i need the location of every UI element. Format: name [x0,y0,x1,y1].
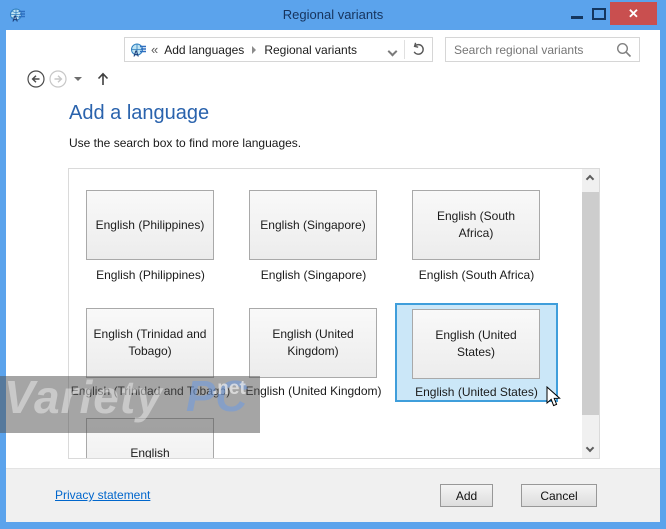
add-button[interactable]: Add [440,484,493,507]
refresh-icon[interactable] [410,41,427,58]
cancel-button[interactable]: Cancel [521,484,597,507]
page-title: Add a language [69,102,210,124]
breadcrumb-separator-icon [252,45,257,54]
tile-english-south-africa[interactable]: English (South Africa) [412,190,540,260]
maximize-button[interactable] [592,8,606,20]
window-title: Regional variants [282,7,384,22]
minimize-button[interactable] [571,16,583,19]
breadcrumb-add-languages[interactable]: Add languages [164,43,244,57]
scrollbar-thumb[interactable] [582,192,599,415]
page-subtitle: Use the search box to find more language… [69,136,302,150]
back-button[interactable] [27,70,45,88]
svg-text:A: A [133,49,139,58]
scrollbar[interactable] [582,169,599,458]
privacy-statement-link[interactable]: Privacy statement [55,488,150,502]
caption-english-singapore: English (Singapore) [260,268,367,282]
forward-button[interactable] [49,70,67,88]
caption-english-philippines: English (Philippines) [96,268,205,282]
caption-english-south-africa: English (South Africa) [418,268,535,282]
watermark: Variety PC .net [0,376,260,433]
addressbar-divider [404,40,405,59]
search-box[interactable] [445,37,640,62]
regional-variants-window: A Regional variants ✕ A « Add languages … [0,0,666,529]
tile-english-united-states[interactable]: English (United States) [412,309,540,379]
language-breadcrumb-icon: A [131,43,146,58]
address-bar[interactable]: A « Add languages Regional variants [124,37,433,62]
breadcrumb-regional-variants[interactable]: Regional variants [264,43,357,57]
close-icon: ✕ [628,6,639,21]
tile-english-trinidad-tobago[interactable]: English (Trinidad and Tobago) [86,308,214,378]
tile-english-united-kingdom[interactable]: English (United Kingdom) [249,308,377,378]
scroll-up-icon[interactable] [585,174,595,184]
address-dropdown-icon[interactable] [387,46,398,56]
watermark-variety: Variety [4,376,163,423]
mouse-cursor [546,386,561,407]
title-bar[interactable]: A Regional variants ✕ [0,0,666,30]
recent-pages-dropdown-icon[interactable] [74,77,82,81]
search-icon[interactable] [616,42,632,58]
tile-english-philippines[interactable]: English (Philippines) [86,190,214,260]
up-button[interactable] [94,70,112,88]
caption-english-united-states: English (United States) [415,385,538,399]
breadcrumb-overflow-chevrons[interactable]: « [151,42,158,57]
search-input[interactable] [446,42,616,57]
navigation-toolbar: A « Add languages Regional variants [6,30,660,88]
scroll-down-icon[interactable] [585,443,595,453]
watermark-net: .net [212,378,246,399]
close-button[interactable]: ✕ [610,2,657,25]
selected-cell-english-united-states[interactable]: English (United States) English (United … [395,303,558,402]
tile-english-singapore[interactable]: English (Singapore) [249,190,377,260]
footer-bar: Privacy statement Add Cancel [6,468,660,522]
